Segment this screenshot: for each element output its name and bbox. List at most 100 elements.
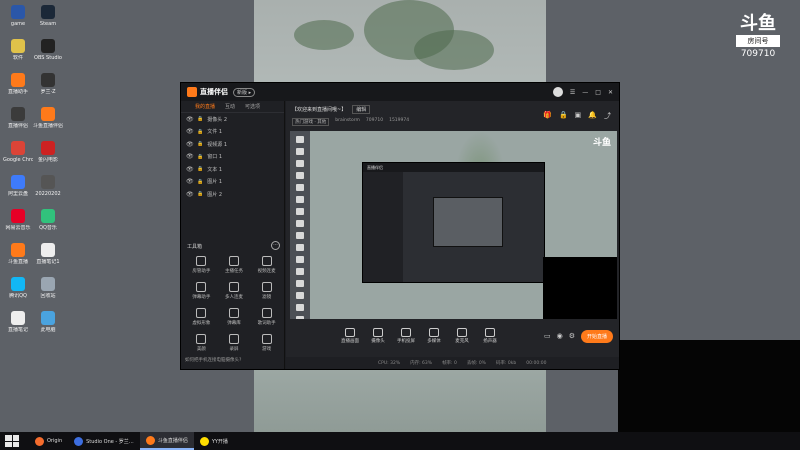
stream-preview[interactable]: 直播伴侣 斗鱼 <box>290 131 617 319</box>
bell-icon[interactable]: 🔔 <box>588 111 597 121</box>
watermark-room-label: 房间号 <box>736 35 780 47</box>
taskbar-label: 斗鱼直播伴侣 <box>157 437 188 444</box>
desktop-icon-label: QQ音乐 <box>39 225 57 231</box>
tool-button[interactable]: 美颜 <box>185 334 218 352</box>
tab-interact[interactable]: 互动 <box>225 103 235 110</box>
desktop-icon[interactable]: 软件 <box>3 39 33 61</box>
tool-button[interactable]: 录屏 <box>218 334 251 352</box>
desktop-icon[interactable]: Google Chrome <box>3 141 33 163</box>
tool-button[interactable]: 视频连麦 <box>250 256 283 274</box>
lock-icon[interactable]: 🔒 <box>197 179 203 185</box>
desktop-icon-label: 回收站 <box>40 293 56 299</box>
desktop-icon[interactable]: 直播助手 <box>3 73 33 95</box>
eye-icon[interactable]: 👁 <box>186 178 194 185</box>
status-item: 内存: 63% <box>410 361 433 366</box>
app-icon <box>11 311 25 325</box>
desktop-icon[interactable]: 斗鱼直播 <box>3 243 33 265</box>
desktop-icon[interactable]: 20220202 <box>33 175 63 197</box>
scene-item[interactable]: 👁 🔒 摄像头 2 <box>181 113 284 126</box>
taskbar-item[interactable]: Studio One - 罗兰… <box>68 432 140 450</box>
scene-item[interactable]: 👁 🔒 窗口 1 <box>181 151 284 164</box>
scene-item[interactable]: 👁 🔒 图片 2 <box>181 188 284 201</box>
lock-icon[interactable]: 🔒 <box>197 116 203 122</box>
lock-icon[interactable]: 🔒 <box>197 141 203 147</box>
desktop-icon[interactable]: Steam <box>33 5 63 27</box>
taskbar-item[interactable]: Origin <box>29 432 68 450</box>
desktop-icon[interactable]: 斗鱼直播伴侣 <box>33 107 63 129</box>
desktop-icon[interactable]: 阿里云盘 <box>3 175 33 197</box>
start-live-button[interactable]: 开始直播 <box>580 329 613 343</box>
desktop-icon-label: 直播笔记1 <box>36 259 60 265</box>
bottom-tool[interactable]: 手机投屏 <box>392 328 420 344</box>
desktop-icon[interactable]: game <box>3 5 33 27</box>
windows-start-icon[interactable] <box>5 435 19 447</box>
desktop-icon[interactable]: OBS Studio <box>33 39 63 61</box>
desktop-icon[interactable]: 直播笔记1 <box>33 243 63 265</box>
scene-item[interactable]: 👁 🔒 图片 1 <box>181 176 284 189</box>
camera-help-link[interactable]: 如何把手机连接电脑摄像头? <box>185 357 241 363</box>
tool-button[interactable]: 弹幕库 <box>218 308 251 326</box>
close-icon[interactable]: ✕ <box>608 89 613 96</box>
desktop-icon[interactable]: 罗兰·Z <box>33 73 63 95</box>
tool-button[interactable]: 主播任务 <box>218 256 251 274</box>
gift-icon[interactable]: 🎁 <box>543 111 552 121</box>
desktop-icon[interactable]: 金闪电影 <box>33 141 63 163</box>
scene-item[interactable]: 👁 🔒 视频源 1 <box>181 138 284 151</box>
tool-button[interactable]: 虚拟形象 <box>185 308 218 326</box>
taskbar-item[interactable]: 斗鱼直播伴侣 <box>139 432 194 450</box>
menu-icon[interactable]: ☰ <box>570 89 575 96</box>
bottom-tool-label: 手机投屏 <box>397 339 415 344</box>
taskbar-app-icon <box>74 436 84 446</box>
eye-icon[interactable]: 👁 <box>186 166 194 173</box>
minimize-icon[interactable]: — <box>582 89 588 96</box>
bottom-tool[interactable]: 扬声器 <box>476 328 504 344</box>
toolbox-more-icon[interactable]: ··· <box>271 241 280 250</box>
desktop-icon[interactable]: 直播笔记 <box>3 311 33 333</box>
desktop-icon[interactable]: 网易云音乐 <box>3 209 33 231</box>
tool-button[interactable]: 房管助手 <box>185 256 218 274</box>
record-icon[interactable]: ▭ <box>544 332 551 340</box>
desktop-icon[interactable]: QQ音乐 <box>33 209 63 231</box>
live-assistant-window: 直播伴侣 新版 ▸ ☰ — □ ✕ 我的直播 互动 可选项 👁 🔒 摄像头 2 👁 🔒 文… <box>180 82 620 370</box>
desktop-icon[interactable]: 直播伴侣 <box>3 107 33 129</box>
app-icon <box>41 277 55 291</box>
bottom-tool[interactable]: 多媒体 <box>420 328 448 344</box>
scene-item[interactable]: 👁 🔒 文件 1 <box>181 126 284 139</box>
tool-button[interactable]: 歌词助手 <box>250 308 283 326</box>
tool-button[interactable]: 滤镜 <box>250 282 283 300</box>
edit-title-button[interactable]: 编辑 <box>352 105 371 114</box>
tool-button[interactable]: 弹幕助手 <box>185 282 218 300</box>
bottom-tool[interactable]: 麦克风 <box>448 328 476 344</box>
tab-options[interactable]: 可选项 <box>245 103 260 110</box>
scene-item[interactable]: 👁 🔒 文本 1 <box>181 163 284 176</box>
store-icon[interactable]: ▣ <box>575 111 582 121</box>
eye-icon[interactable]: 👁 <box>186 191 194 198</box>
desktop-icon[interactable]: 此电脑 <box>33 311 63 333</box>
avatar[interactable] <box>552 87 563 97</box>
eye-icon[interactable]: 👁 <box>186 153 194 160</box>
bottom-tool[interactable]: 摄像头 <box>364 328 392 344</box>
desktop-icon[interactable]: 回收站 <box>33 277 63 299</box>
taskbar-item[interactable]: YY开播 <box>194 432 234 450</box>
eye-icon[interactable]: 👁 <box>186 128 194 135</box>
lock-icon[interactable]: 🔒 <box>197 191 203 197</box>
settings-icon[interactable]: ⚙ <box>569 332 575 340</box>
tool-button[interactable]: 游戏 <box>250 334 283 352</box>
bottom-tool[interactable]: 直播画面 <box>336 328 364 344</box>
category-tag[interactable]: 热门游戏 · 其他 <box>292 118 330 126</box>
lock-icon[interactable]: 🔒 <box>197 166 203 172</box>
version-badge[interactable]: 新版 ▸ <box>233 87 256 97</box>
desktop-icon[interactable]: 腾讯QQ <box>3 277 33 299</box>
share-icon[interactable]: ⤴ <box>604 111 611 121</box>
eye-icon[interactable]: ◉ <box>557 332 563 340</box>
tool-button[interactable]: 多人连麦 <box>218 282 251 300</box>
tab-my-live[interactable]: 我的直播 <box>195 103 215 110</box>
tool-label: 视频连麦 <box>257 269 276 274</box>
eye-icon[interactable]: 👁 <box>186 141 194 148</box>
lock-icon[interactable]: 🔒 <box>559 111 568 121</box>
maximize-icon[interactable]: □ <box>595 89 601 96</box>
eye-icon[interactable]: 👁 <box>186 116 194 123</box>
lock-icon[interactable]: 🔒 <box>197 154 203 160</box>
lock-icon[interactable]: 🔒 <box>197 129 203 135</box>
desktop-icon-label: 直播助手 <box>7 89 28 95</box>
